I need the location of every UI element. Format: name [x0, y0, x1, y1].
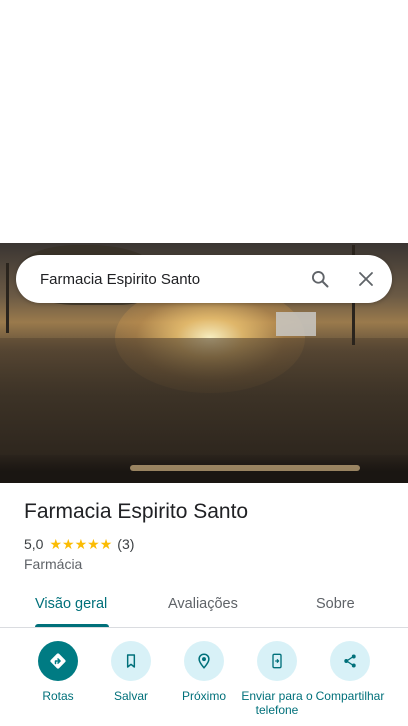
map-blank-area [0, 0, 408, 243]
directions-button[interactable]: Rotas [18, 641, 98, 703]
send-to-phone-icon [257, 641, 297, 681]
action-buttons-row: Rotas Salvar Próximo Enviar para o telef… [0, 641, 408, 726]
star-icon: ★ [62, 536, 75, 552]
share-icon [330, 641, 370, 681]
search-input[interactable]: Farmacia Espirito Santo [40, 271, 300, 288]
rating-value: 5,0 [24, 536, 44, 552]
review-count[interactable]: (3) [117, 536, 134, 552]
tab-about[interactable]: Sobre [316, 596, 355, 612]
tab-bar: Visão geral Avaliações Sobre [0, 588, 408, 628]
rating-stars: ★ ★ ★ ★ ★ [49, 537, 112, 551]
tab-reviews[interactable]: Avaliações [168, 596, 238, 612]
directions-icon [38, 641, 78, 681]
search-bar[interactable]: Farmacia Espirito Santo [16, 255, 392, 303]
star-icon: ★ [87, 536, 100, 552]
star-icon: ★ [49, 536, 63, 552]
tab-active-indicator [35, 624, 109, 627]
photo-dash-glare [130, 465, 360, 471]
send-to-phone-label: Enviar para o telefone [241, 689, 313, 717]
share-button[interactable]: Compartilhar [310, 641, 390, 703]
place-category: Farmácia [24, 556, 83, 572]
search-icon[interactable] [300, 259, 340, 299]
star-icon: ★ [99, 536, 113, 552]
save-button[interactable]: Salvar [91, 641, 171, 703]
bookmark-icon [111, 641, 151, 681]
tab-overview[interactable]: Visão geral [35, 596, 107, 612]
close-icon[interactable] [346, 259, 386, 299]
send-to-phone-button[interactable]: Enviar para o telefone [237, 641, 317, 717]
nearby-button[interactable]: Próximo [164, 641, 244, 703]
place-title: Farmacia Espirito Santo [24, 500, 249, 523]
nearby-label: Próximo [181, 689, 226, 703]
save-label: Salvar [113, 689, 148, 703]
directions-label: Rotas [42, 689, 74, 703]
rating-row[interactable]: 5,0 ★ ★ ★ ★ ★ (3) [24, 536, 134, 552]
photo-pole [6, 263, 9, 333]
star-icon: ★ [74, 536, 88, 552]
share-label: Compartilhar [315, 689, 385, 703]
photo-building [276, 312, 316, 336]
nearby-icon [184, 641, 224, 681]
